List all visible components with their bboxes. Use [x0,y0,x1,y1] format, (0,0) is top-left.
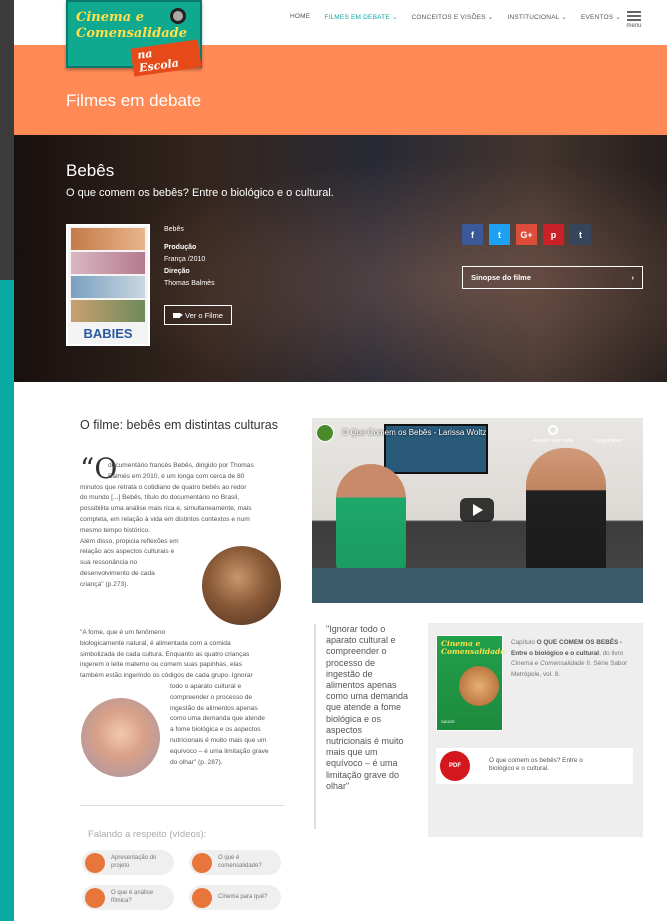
person-icon [192,852,212,873]
text-line: possibilita uma análise mais rica e, sim… [80,505,252,513]
pull-quote: "Ignorar todo o aparato cultural e compr… [314,624,409,829]
talk-video-item[interactable]: O que é comensalidade? [189,850,281,875]
book-cover-bottom: SAÚDE [441,719,455,724]
book-caption: Capítulo O QUE COMEM OS BEBÊS - Entre o … [511,638,639,680]
twitter-icon[interactable]: t [489,224,510,245]
book-cover[interactable]: Cinema e Comensalidade SAÚDE [436,635,506,731]
social-share: f t G+ p t [462,224,597,245]
poster-photo [71,276,145,298]
share-label[interactable]: Compartilhar [593,438,622,444]
video-camera-icon [173,312,184,318]
menu-button[interactable]: menu [623,9,645,29]
text-line: biologicamente natural, é alimentada com… [80,639,231,647]
talks-title: Falando a respeito (vídeos): [88,829,207,840]
nav-filmes-em-debate[interactable]: FILMES EM DEBATE ⌄ [324,13,397,21]
main-nav: HOME FILMES EM DEBATE ⌄ CONCEITOS E VISÕ… [290,13,635,21]
poster-photo [71,252,145,274]
person-icon [192,887,212,908]
divider [80,805,284,806]
play-icon[interactable] [460,498,494,522]
film-title: Bebês [66,161,115,180]
text-line: documentário francês Bebês, dirigido por… [108,462,254,469]
book-panel: Cinema e Comensalidade SAÚDE Capítulo O … [428,623,643,837]
direction-label: Direção [164,268,190,275]
film-meta: Bebês Produção França /2010 Direção Thom… [164,224,215,290]
page: HOME FILMES EM DEBATE ⌄ CONCEITOS E VISÕ… [14,0,667,921]
caption-pre: Capítulo [511,639,537,646]
facebook-icon[interactable]: f [462,224,483,245]
google-plus-icon[interactable]: G+ [516,224,537,245]
children-photo [202,546,281,625]
poster-title: BABIES [83,326,133,341]
tumblr-icon[interactable]: t [570,224,591,245]
poster-photo [71,228,145,250]
text-line: ingerem o leite materno ou comem suas pa… [80,661,243,669]
text-line: todo o aparato cultural e [170,682,242,690]
pdf-label: O que comem os bebês? Entre o biológico … [489,757,583,772]
clock-icon[interactable] [548,425,558,435]
baby-photo [81,698,160,777]
book-cover-photo [459,666,499,706]
pdf-icon: PDF [440,751,470,781]
film-name: Bebês [164,226,184,233]
production-value: França /2010 [164,256,206,263]
talk-video-item[interactable]: Cinema para quê? [189,885,281,910]
watch-film-label: Ver o Filme [185,310,223,320]
nav-institucional[interactable]: INSTITUCIONAL ⌄ [507,13,567,21]
embedded-video-player[interactable]: O Que Comem os Bebês - Larissa Woltz Ass… [312,418,643,603]
nav-conceitos-e-visoes[interactable]: CONCEITOS E VISÕES ⌄ [412,13,494,21]
video-person-right [526,448,606,578]
talk-label: O que é análise fílmica? [111,890,154,904]
left-edge-dark [0,0,14,280]
watch-film-button[interactable]: Ver o Filme [164,305,232,325]
film-hero: Bebês O que comem os bebês? Entre o biol… [14,135,667,382]
text-line: minutos que retrata o cotidiano de quatr… [80,483,247,491]
talk-label: O que é comensalidade? [218,855,262,869]
text-line: mesmo tempo histórico. [80,526,150,534]
talk-video-item[interactable]: Apresentação do projeto [82,850,174,875]
text-line: simbolizada de cada cultura. Enquanto as… [80,650,250,658]
film-reel-icon [170,8,186,24]
person-icon [85,887,105,908]
text-line: completa, em relação à vida em distintos… [80,515,250,523]
nav-eventos[interactable]: EVENTOS ⌄ [581,13,621,21]
section-title: Filmes em debate [66,91,202,110]
production-label: Produção [164,244,197,251]
book-cover-title: Cinema e Comensalidade [441,639,506,656]
text-line: Balmès em 2010, é um longa com cerca de … [108,472,245,480]
hamburger-icon [623,11,645,21]
text-line: Além disso, propicia reflexões em [80,537,179,545]
text-line: do mundo [...] Bebês, título do document… [80,494,240,502]
left-edge-bar [0,0,14,921]
nav-home[interactable]: HOME [290,13,310,21]
synopsis-label: Sinopse do filme [471,273,532,282]
talk-video-item[interactable]: O que é análise fílmica? [82,885,174,910]
film-subtitle: O que comem os bebês? Entre o biológico … [66,187,334,199]
caption-mid: , do livro [599,649,624,657]
text-line: "A fome, que é um fenômeno [80,629,166,636]
pdf-download[interactable]: PDF O que comem os bebês? Entre o biológ… [436,748,633,784]
video-person-left [336,464,406,574]
logo-text-line1: Cinema e [76,10,144,25]
channel-avatar[interactable] [316,424,334,442]
video-title[interactable]: O Que Comem os Bebês - Larissa Woltz [342,428,486,437]
logo-text-line2: Comensalidade [76,26,187,41]
site-logo[interactable]: Cinema e Comensalidade na Escola [66,0,202,77]
video-table [312,568,643,603]
synopsis-button[interactable]: Sinopse do filme › [462,266,643,289]
talk-label: Cinema para quê? [218,893,268,900]
pinterest-icon[interactable]: p [543,224,564,245]
text-line: também estão ingerindo os códigos de cad… [80,672,253,680]
direction-value: Thomas Balmès [164,280,215,287]
menu-label: menu [626,23,642,29]
poster-photo [71,300,145,322]
article-title: O filme: bebês em distintas culturas [80,418,278,432]
film-poster: BABIES [66,224,150,346]
talk-label: Apresentação do projeto [111,855,157,869]
chevron-right-icon: › [631,273,635,282]
caption-book-title: Cinema e Comensalidade [511,660,585,667]
person-icon [85,852,105,873]
watch-later-label: Assistir mais tarde [533,438,574,444]
